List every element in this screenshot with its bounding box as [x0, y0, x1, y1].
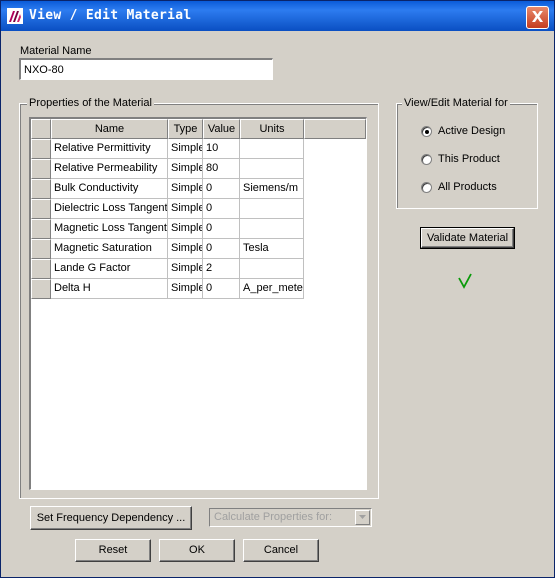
- grid-header: Name Type Value Units: [31, 119, 366, 139]
- radio-label: Active Design: [438, 125, 506, 137]
- material-name-input[interactable]: [19, 58, 273, 80]
- property-units-cell[interactable]: [240, 159, 304, 179]
- property-name-cell[interactable]: Relative Permittivity: [51, 139, 168, 159]
- property-value-cell[interactable]: 80: [203, 159, 240, 179]
- row-header[interactable]: [31, 199, 51, 219]
- grid-corner[interactable]: [31, 119, 51, 139]
- property-name-cell[interactable]: Lande G Factor: [51, 259, 168, 279]
- property-value-cell[interactable]: 0: [203, 239, 240, 259]
- property-value-cell[interactable]: 10: [203, 139, 240, 159]
- property-value-cell[interactable]: 2: [203, 259, 240, 279]
- set-frequency-dependency-button[interactable]: Set Frequency Dependency ...: [30, 506, 192, 530]
- property-value-cell[interactable]: 0: [203, 199, 240, 219]
- row-header[interactable]: [31, 179, 51, 199]
- property-value-cell[interactable]: 0: [203, 279, 240, 299]
- view-edit-for-group-title: View/Edit Material for: [402, 97, 510, 109]
- row-header[interactable]: [31, 279, 51, 299]
- property-type-cell[interactable]: Simple: [168, 279, 203, 299]
- property-units-cell[interactable]: Siemens/m: [240, 179, 304, 199]
- radio-button[interactable]: [421, 181, 432, 193]
- property-type-cell[interactable]: Simple: [168, 219, 203, 239]
- property-units-cell[interactable]: [240, 259, 304, 279]
- column-header-empty: [304, 119, 366, 139]
- dialog-window: View / Edit Material X Material Name Pro…: [0, 0, 555, 578]
- property-units-cell[interactable]: [240, 219, 304, 239]
- radio-all-products[interactable]: All Products: [421, 179, 531, 195]
- property-type-cell[interactable]: Simple: [168, 239, 203, 259]
- property-value-cell[interactable]: 0: [203, 219, 240, 239]
- radio-label: All Products: [438, 181, 497, 193]
- property-units-cell[interactable]: Tesla: [240, 239, 304, 259]
- table-row[interactable]: Lande G Factor Simple 2: [31, 259, 304, 279]
- checkmark-icon: [458, 273, 472, 292]
- row-header[interactable]: [31, 219, 51, 239]
- radio-button[interactable]: [421, 153, 432, 165]
- ok-button[interactable]: OK: [159, 539, 235, 562]
- cancel-button[interactable]: Cancel: [243, 539, 319, 562]
- property-name-cell[interactable]: Relative Permeability: [51, 159, 168, 179]
- window-title: View / Edit Material: [29, 8, 192, 23]
- radio-label: This Product: [438, 153, 500, 165]
- property-value-cell[interactable]: 0: [203, 179, 240, 199]
- table-row[interactable]: Relative Permittivity Simple 10: [31, 139, 304, 159]
- property-units-cell[interactable]: [240, 199, 304, 219]
- validate-material-button[interactable]: Validate Material: [420, 227, 515, 249]
- column-header-type[interactable]: Type: [168, 119, 203, 139]
- close-icon: X: [531, 8, 544, 26]
- property-type-cell[interactable]: Simple: [168, 199, 203, 219]
- property-name-cell[interactable]: Dielectric Loss Tangent: [51, 199, 168, 219]
- property-type-cell[interactable]: Simple: [168, 179, 203, 199]
- table-row[interactable]: Delta H Simple 0 A_per_meter: [31, 279, 304, 299]
- table-row[interactable]: Magnetic Loss Tangent Simple 0: [31, 219, 304, 239]
- column-header-units[interactable]: Units: [240, 119, 304, 139]
- radio-active-design[interactable]: Active Design: [421, 123, 531, 139]
- property-type-cell[interactable]: Simple: [168, 139, 203, 159]
- row-header[interactable]: [31, 159, 51, 179]
- property-name-cell[interactable]: Delta H: [51, 279, 168, 299]
- property-type-cell[interactable]: Simple: [168, 259, 203, 279]
- table-row[interactable]: Magnetic Saturation Simple 0 Tesla: [31, 239, 304, 259]
- properties-group-title: Properties of the Material: [27, 97, 154, 109]
- radio-this-product[interactable]: This Product: [421, 151, 531, 167]
- row-header[interactable]: [31, 239, 51, 259]
- column-header-value[interactable]: Value: [203, 119, 240, 139]
- grid-rows: Relative Permittivity Simple 10 Relative…: [31, 139, 304, 299]
- close-button[interactable]: X: [526, 6, 549, 29]
- column-header-name[interactable]: Name: [51, 119, 168, 139]
- row-header[interactable]: [31, 259, 51, 279]
- app-logo-icon: [7, 8, 23, 24]
- properties-grid[interactable]: Name Type Value Units Relative Permittiv…: [29, 117, 367, 490]
- property-type-cell[interactable]: Simple: [168, 159, 203, 179]
- property-name-cell[interactable]: Bulk Conductivity: [51, 179, 168, 199]
- chevron-down-icon: [355, 510, 370, 525]
- calculate-properties-select: Calculate Properties for:: [209, 508, 372, 527]
- reset-button[interactable]: Reset: [75, 539, 151, 562]
- property-units-cell[interactable]: A_per_meter: [240, 279, 304, 299]
- material-name-label: Material Name: [20, 45, 92, 57]
- table-row[interactable]: Bulk Conductivity Simple 0 Siemens/m: [31, 179, 304, 199]
- property-name-cell[interactable]: Magnetic Loss Tangent: [51, 219, 168, 239]
- radio-button-selected[interactable]: [421, 125, 432, 137]
- title-bar[interactable]: View / Edit Material X: [1, 1, 554, 31]
- property-name-cell[interactable]: Magnetic Saturation: [51, 239, 168, 259]
- table-row[interactable]: Dielectric Loss Tangent Simple 0: [31, 199, 304, 219]
- row-header[interactable]: [31, 139, 51, 159]
- table-row[interactable]: Relative Permeability Simple 80: [31, 159, 304, 179]
- property-units-cell[interactable]: [240, 139, 304, 159]
